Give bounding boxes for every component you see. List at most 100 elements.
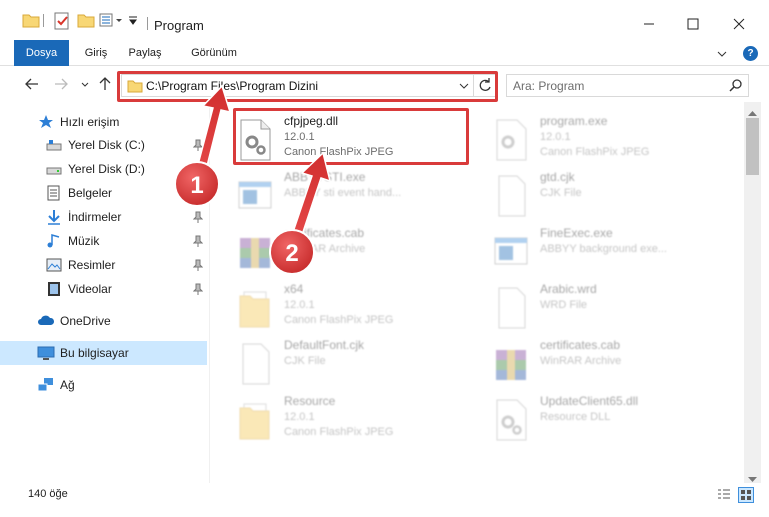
app-window-icon [236, 174, 274, 218]
file-version: 12.0.1 [284, 299, 315, 311]
file-description: Canon FlashPix JPEG [284, 314, 394, 326]
file-highlight-box [233, 108, 469, 165]
sidebar-item-label: İndirmeler [68, 210, 122, 224]
tab-gorunum[interactable]: Görünüm [182, 40, 246, 66]
pin-icon[interactable] [192, 139, 204, 151]
sidebar-item-bu-bilgisayar[interactable]: Bu bilgisayar [0, 341, 207, 365]
sidebar-item-yerel-disk-c[interactable]: Yerel Disk (C:) [0, 133, 207, 157]
download-icon [46, 209, 62, 225]
explorer-window: Program Dosya Giriş Paylaş Görünüm ? C:\… [0, 0, 769, 517]
file-name: Resource [284, 394, 336, 408]
title-bar: Program [0, 0, 769, 40]
tab-dosya[interactable]: Dosya [14, 40, 69, 66]
file-description: Resource DLL [540, 411, 611, 423]
properties-check-icon[interactable] [53, 12, 71, 30]
file-tile-updateclient65[interactable]: UpdateClient65.dll Resource DLL [488, 392, 728, 448]
tab-giris[interactable]: Giriş [80, 40, 112, 66]
file-tile-certificates-cab[interactable]: certificates.cab WinRAR Archive [232, 224, 472, 280]
tiles-view-icon[interactable] [738, 487, 754, 503]
computer-icon [37, 345, 55, 361]
forward-arrow-icon[interactable] [53, 76, 69, 92]
file-description: WinRAR Archive [540, 355, 622, 367]
file-tile-defaultfont-cjk[interactable]: DefaultFont.cjk CJK File [232, 336, 472, 392]
file-version: 12.0.1 [540, 131, 571, 143]
sidebar-item-label: Videolar [68, 282, 112, 296]
exe-icon [492, 118, 530, 162]
videos-icon [46, 281, 62, 297]
sidebar-item-yerel-disk-d[interactable]: Yerel Disk (D:) [0, 157, 207, 181]
file-name: certificates.cab [540, 338, 621, 352]
pin-icon[interactable] [192, 259, 204, 271]
vertical-scrollbar[interactable] [744, 102, 761, 483]
details-view-icon[interactable] [716, 487, 732, 503]
pin-icon[interactable] [192, 211, 204, 223]
sidebar-item-resimler[interactable]: Resimler [0, 253, 207, 277]
blank-file-icon [236, 342, 274, 386]
new-folder-icon[interactable] [77, 12, 95, 30]
tab-paylas[interactable]: Paylaş [120, 40, 170, 66]
file-description: CJK File [284, 355, 326, 367]
file-tile-gtd-cjk[interactable]: gtd.cjk CJK File [488, 168, 728, 224]
sidebar-item-label: Belgeler [68, 186, 113, 200]
recent-locations-chevron-icon[interactable] [80, 76, 90, 92]
sidebar-item-label: Yerel Disk (C:) [68, 138, 145, 152]
address-highlight-box [117, 71, 498, 102]
file-tile-certificates-cab-2[interactable]: certificates.cab WinRAR Archive [488, 336, 728, 392]
view-options-icon[interactable] [99, 12, 127, 30]
sidebar-item-label: OneDrive [60, 314, 111, 328]
file-name: ABBYYSTI.exe [284, 170, 366, 184]
sidebar-item-belgeler[interactable]: Belgeler [0, 181, 207, 205]
folder-icon [22, 12, 40, 30]
help-icon[interactable]: ? [743, 46, 758, 61]
file-version: 12.0.1 [284, 411, 315, 423]
sidebar-item-label: Bu bilgisayar [60, 346, 129, 360]
qa-customize-icon[interactable] [128, 14, 138, 32]
sidebar-item-muzik[interactable]: Müzik [0, 229, 207, 253]
file-name: certificates.cab [284, 226, 365, 240]
status-bar: 140 öğe [0, 483, 769, 517]
sidebar-item-onedrive[interactable]: OneDrive [0, 309, 207, 333]
scrollbar-thumb[interactable] [746, 118, 759, 175]
file-tile-x64[interactable]: x64 12.0.1 Canon FlashPix JPEG [232, 280, 472, 336]
file-tile-program-exe[interactable]: program.exe 12.0.1 Canon FlashPix JPEG [488, 112, 728, 168]
close-icon[interactable] [716, 10, 762, 38]
pin-icon[interactable] [192, 187, 204, 199]
sidebar-item-videolar[interactable]: Videolar [0, 277, 207, 301]
chevron-down-icon[interactable] [717, 48, 727, 58]
pin-icon[interactable] [192, 235, 204, 247]
sidebar-item-label: Ağ [60, 378, 75, 392]
pin-icon[interactable] [192, 163, 204, 175]
pin-icon[interactable] [192, 283, 204, 295]
file-description: ABBYY background exe... [540, 243, 667, 255]
search-box[interactable] [506, 74, 749, 97]
sidebar-item-label: Müzik [68, 234, 100, 248]
winrar-icon [492, 342, 530, 386]
maximize-icon[interactable] [670, 10, 716, 38]
window-title: Program [154, 18, 204, 33]
file-name: program.exe [540, 114, 608, 128]
minimize-icon[interactable] [626, 10, 672, 38]
file-tile-fineexec[interactable]: FineExec.exe ABBYY background exe... [488, 224, 728, 280]
sidebar-item-hizli-erisim[interactable]: Hızlı erişim [0, 110, 207, 134]
winrar-icon [236, 230, 274, 274]
documents-icon [46, 185, 62, 201]
sidebar-item-ag[interactable]: Ağ [0, 373, 207, 397]
folder-file-icon [236, 286, 274, 330]
file-tile-arabic-wrd[interactable]: Arabic.wrd WRD File [488, 280, 728, 336]
file-tile-resource[interactable]: Resource 12.0.1 Canon FlashPix JPEG [232, 392, 472, 448]
up-arrow-icon[interactable] [97, 76, 113, 92]
search-input[interactable] [513, 78, 723, 93]
file-tile-abbyysti[interactable]: ABBYYSTI.exe ABBYY sti event hand... [232, 168, 472, 224]
sidebar-item-label: Yerel Disk (D:) [68, 162, 145, 176]
item-count: 140 öğe [28, 488, 68, 500]
back-arrow-icon[interactable] [24, 76, 40, 92]
file-description: ABBYY sti event hand... [284, 187, 402, 199]
ribbon-tabs: Dosya Giriş Paylaş Görünüm [0, 40, 769, 66]
file-name: Arabic.wrd [540, 282, 597, 296]
pictures-icon [46, 257, 62, 273]
file-description: WinRAR Archive [284, 243, 366, 255]
search-icon[interactable] [729, 78, 743, 95]
sidebar-item-indirmeler[interactable]: İndirmeler [0, 205, 207, 229]
scroll-up-icon[interactable] [748, 105, 757, 119]
folder-file-icon [236, 398, 274, 442]
